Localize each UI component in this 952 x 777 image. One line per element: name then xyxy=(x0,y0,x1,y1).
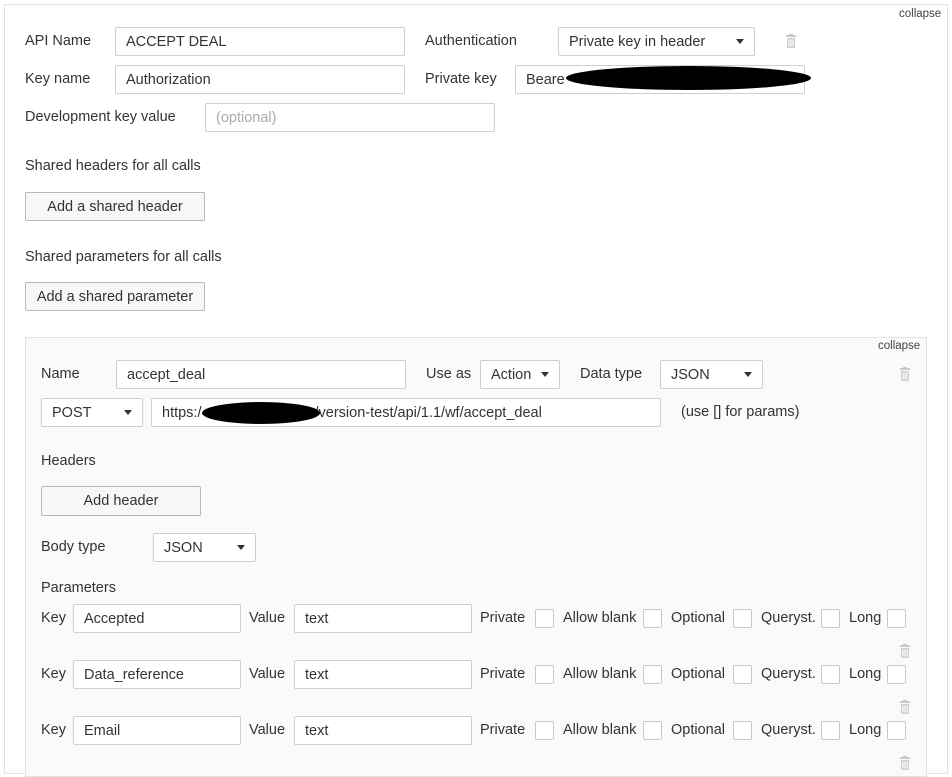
optional-checkbox[interactable] xyxy=(733,609,752,628)
redaction-mark xyxy=(202,402,320,424)
http-method-select[interactable]: POST xyxy=(41,398,143,427)
data-type-label: Data type xyxy=(580,366,643,382)
trash-icon[interactable] xyxy=(899,756,911,770)
shared-headers-label: Shared headers for all calls xyxy=(25,158,201,174)
param-value-input[interactable]: text xyxy=(294,660,472,689)
private-key-label: Private key xyxy=(425,71,497,87)
long-checkbox[interactable] xyxy=(887,609,906,628)
param-key-input[interactable]: Accepted xyxy=(73,604,241,633)
optional-checkbox[interactable] xyxy=(733,721,752,740)
data-type-select[interactable]: JSON xyxy=(660,360,763,389)
chevron-down-icon xyxy=(736,39,744,44)
long-flag-label: Long xyxy=(849,610,882,626)
use-as-select-value: Action xyxy=(491,366,532,383)
queryst-checkbox[interactable] xyxy=(821,665,840,684)
http-method-select-value: POST xyxy=(52,404,92,421)
chevron-down-icon xyxy=(124,410,132,415)
long-checkbox[interactable] xyxy=(887,721,906,740)
call-name-label: Name xyxy=(41,366,80,382)
body-type-label: Body type xyxy=(41,539,106,555)
param-value-label: Value xyxy=(249,722,286,738)
trash-icon[interactable] xyxy=(899,367,911,381)
chevron-down-icon xyxy=(744,372,752,377)
private-checkbox[interactable] xyxy=(535,665,554,684)
use-as-label: Use as xyxy=(426,366,472,382)
key-name-label: Key name xyxy=(25,71,91,87)
shared-parameters-label: Shared parameters for all calls xyxy=(25,249,222,265)
chevron-down-icon xyxy=(237,545,245,550)
param-key-input[interactable]: Email xyxy=(73,716,241,745)
private-checkbox[interactable] xyxy=(535,609,554,628)
url-prefix: https:/ xyxy=(162,404,202,421)
authentication-label: Authentication xyxy=(425,33,517,49)
use-as-select[interactable]: Action xyxy=(480,360,560,389)
optional-flag-label: Optional xyxy=(671,666,726,682)
data-type-select-value: JSON xyxy=(671,366,710,383)
trash-icon[interactable] xyxy=(899,700,911,714)
param-key-label: Key xyxy=(41,722,66,738)
queryst-checkbox[interactable] xyxy=(821,609,840,628)
optional-checkbox[interactable] xyxy=(733,665,752,684)
private-flag-label: Private xyxy=(480,610,526,626)
url-hint: (use [] for params) xyxy=(681,404,800,420)
body-type-select-value: JSON xyxy=(164,539,203,556)
headers-label: Headers xyxy=(41,453,96,469)
add-shared-parameter-button[interactable]: Add a shared parameter xyxy=(25,282,205,311)
add-shared-header-button[interactable]: Add a shared header xyxy=(25,192,205,221)
param-value-label: Value xyxy=(249,666,286,682)
allow-blank-checkbox[interactable] xyxy=(643,721,662,740)
authentication-select-value: Private key in header xyxy=(569,33,706,50)
private-flag-label: Private xyxy=(480,722,526,738)
trash-icon[interactable] xyxy=(899,644,911,658)
api-name-input[interactable]: ACCEPT DEAL xyxy=(115,27,405,56)
allow-blank-checkbox[interactable] xyxy=(643,609,662,628)
param-key-label: Key xyxy=(41,666,66,682)
optional-flag-label: Optional xyxy=(671,722,726,738)
queryst-checkbox[interactable] xyxy=(821,721,840,740)
allow-blank-flag-label: Allow blank xyxy=(563,722,637,738)
long-flag-label: Long xyxy=(849,722,882,738)
queryst-flag-label: Queryst. xyxy=(761,666,816,682)
body-type-select[interactable]: JSON xyxy=(153,533,256,562)
queryst-flag-label: Queryst. xyxy=(761,722,816,738)
queryst-flag-label: Queryst. xyxy=(761,610,816,626)
url-suffix: /version-test/api/1.1/wf/accept_deal xyxy=(314,404,542,421)
api-name-label: API Name xyxy=(25,33,92,49)
dev-key-input[interactable]: (optional) xyxy=(205,103,495,132)
allow-blank-flag-label: Allow blank xyxy=(563,610,637,626)
long-checkbox[interactable] xyxy=(887,665,906,684)
long-flag-label: Long xyxy=(849,666,882,682)
collapse-link[interactable]: collapse xyxy=(899,8,941,20)
private-checkbox[interactable] xyxy=(535,721,554,740)
param-key-input[interactable]: Data_reference xyxy=(73,660,241,689)
call-name-input[interactable]: accept_deal xyxy=(116,360,406,389)
parameters-label: Parameters xyxy=(41,580,116,596)
redaction-mark xyxy=(566,66,811,90)
param-key-label: Key xyxy=(41,610,66,626)
allow-blank-flag-label: Allow blank xyxy=(563,666,637,682)
add-header-button[interactable]: Add header xyxy=(41,486,201,516)
chevron-down-icon xyxy=(541,372,549,377)
param-value-input[interactable]: text xyxy=(294,604,472,633)
call-collapse-link[interactable]: collapse xyxy=(878,340,920,352)
optional-flag-label: Optional xyxy=(671,610,726,626)
private-flag-label: Private xyxy=(480,666,526,682)
dev-key-label: Development key value xyxy=(25,109,176,125)
param-value-input[interactable]: text xyxy=(294,716,472,745)
allow-blank-checkbox[interactable] xyxy=(643,665,662,684)
trash-icon[interactable] xyxy=(785,34,797,48)
param-value-label: Value xyxy=(249,610,286,626)
authentication-select[interactable]: Private key in header xyxy=(558,27,755,56)
key-name-input[interactable]: Authorization xyxy=(115,65,405,94)
